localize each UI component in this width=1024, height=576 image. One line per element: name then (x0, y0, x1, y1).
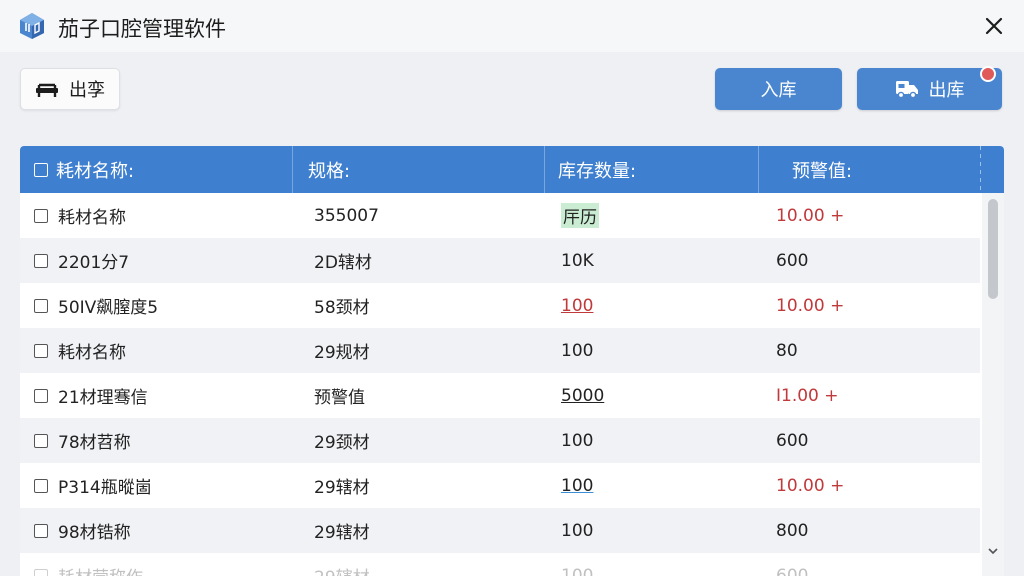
sofa-icon (35, 80, 59, 98)
row-checkbox[interactable] (34, 433, 48, 448)
header-spec[interactable]: 规格: (308, 146, 350, 193)
row-qty: 5000 (561, 385, 605, 406)
row-checkbox[interactable] (34, 298, 48, 313)
row-checkbox[interactable] (34, 208, 48, 223)
row-checkbox[interactable] (34, 388, 48, 403)
row-qty: 厈历 (561, 203, 599, 228)
row-spec: 29规材 (314, 343, 370, 363)
title-bar: 茄子口腔管理软件 (0, 0, 1024, 52)
row-spec: 29辖材 (314, 478, 370, 498)
table-row[interactable]: 耗材名称 355007 厈历 10.00 + (20, 193, 980, 238)
row-name: 78材苕称 (58, 433, 131, 453)
row-warn: I1.00 + (776, 385, 839, 406)
row-checkbox[interactable] (34, 523, 48, 538)
row-name: 21材理骞信 (58, 388, 148, 408)
row-checkbox[interactable] (34, 568, 48, 576)
chevron-down-icon[interactable] (986, 544, 1000, 558)
select-all-checkbox[interactable] (34, 162, 48, 177)
header-name-label: 耗材名称: (56, 160, 135, 182)
close-button[interactable] (978, 10, 1010, 42)
table-row[interactable]: P314瓶暰崮 29辖材 100 10.00 + (20, 463, 980, 508)
table-header: 耗材名称: 规格: 库存数量: 预警值: (20, 146, 1004, 193)
row-spec: 58颈材 (314, 298, 370, 318)
row-warn: 10.00 + (776, 205, 845, 226)
row-spec: 29辖材 (314, 563, 370, 576)
header-divider (758, 146, 759, 193)
cube-logo-icon (20, 13, 44, 39)
app-title: 茄子口腔管理软件 (58, 17, 226, 41)
row-checkbox[interactable] (34, 343, 48, 358)
row-checkbox[interactable] (34, 478, 48, 493)
table-row[interactable]: 98材锆称 29辖材 100 800 (20, 508, 980, 553)
row-checkbox[interactable] (34, 253, 48, 268)
row-warn: 10.00 + (776, 475, 845, 496)
row-spec: 预警值 (314, 388, 365, 408)
table-row[interactable]: 2201分7 2D辖材 10K 600 (20, 238, 980, 283)
header-divider (544, 146, 545, 193)
row-name: 50IV飙膣度5 (58, 298, 159, 318)
row-spec: 29辖材 (314, 523, 370, 543)
header-warn[interactable]: 预警值: (792, 146, 852, 193)
table-row[interactable]: 50IV飙膣度5 58颈材 100 10.00 + (20, 283, 980, 328)
row-name: 98材锆称 (58, 523, 131, 543)
row-spec: 2D辖材 (314, 253, 372, 273)
table-row[interactable]: 78材苕称 29颈材 100 600 (20, 418, 980, 463)
header-divider (292, 146, 293, 193)
row-name: P314瓶暰崮 (58, 478, 152, 498)
table-row[interactable]: 21材理骞信 预警值 5000 I1.00 + (20, 373, 980, 418)
header-divider (980, 146, 981, 193)
scrollbar-thumb[interactable] (988, 199, 998, 299)
row-spec: 29颈材 (314, 433, 370, 453)
row-qty: 100 (561, 520, 594, 541)
export-label: 出孪 (69, 80, 105, 101)
stock-out-label: 出库 (928, 80, 965, 101)
vertical-scrollbar[interactable] (982, 193, 1004, 576)
header-spec-label: 规格: (308, 160, 351, 182)
row-name: 耗材名称 (58, 343, 126, 363)
row-warn: 10.00 + (776, 295, 845, 316)
header-qty[interactable]: 库存数量: (558, 146, 636, 193)
row-qty: 100 (561, 340, 594, 361)
header-qty-label: 库存数量: (558, 160, 637, 182)
close-icon (985, 17, 1003, 35)
export-button[interactable]: 出孪 (20, 68, 120, 110)
table-row[interactable]: 耗材名称 29规材 100 80 (20, 328, 980, 373)
row-warn: 80 (776, 340, 798, 361)
row-warn: 800 (776, 520, 809, 541)
row-qty: 100 (561, 295, 594, 316)
row-qty: 100 (561, 565, 594, 576)
stock-in-label: 入库 (760, 80, 797, 101)
table-row[interactable]: 耗材营称作 29辖材 100 600 (20, 553, 980, 576)
header-name[interactable]: 耗材名称: (34, 146, 134, 193)
row-qty: 10K (561, 250, 594, 271)
row-warn: 600 (776, 565, 809, 576)
row-name: 耗材营称作 (58, 563, 143, 576)
stock-out-button[interactable]: 出库 (857, 66, 1002, 110)
stock-in-button[interactable]: 入库 (715, 68, 842, 110)
inventory-table: 耗材名称: 规格: 库存数量: 预警值: 耗材名称 355007 厈历 10.0… (20, 146, 1004, 576)
truck-icon (895, 79, 919, 99)
row-qty: 100 (561, 475, 594, 496)
header-warn-label: 预警值: (792, 160, 853, 182)
row-name: 2201分7 (58, 253, 130, 273)
row-qty: 100 (561, 430, 594, 451)
row-warn: 600 (776, 430, 809, 451)
row-warn: 600 (776, 250, 809, 271)
row-name: 耗材名称 (58, 208, 126, 228)
row-spec: 355007 (314, 205, 379, 226)
notification-badge (980, 66, 996, 82)
